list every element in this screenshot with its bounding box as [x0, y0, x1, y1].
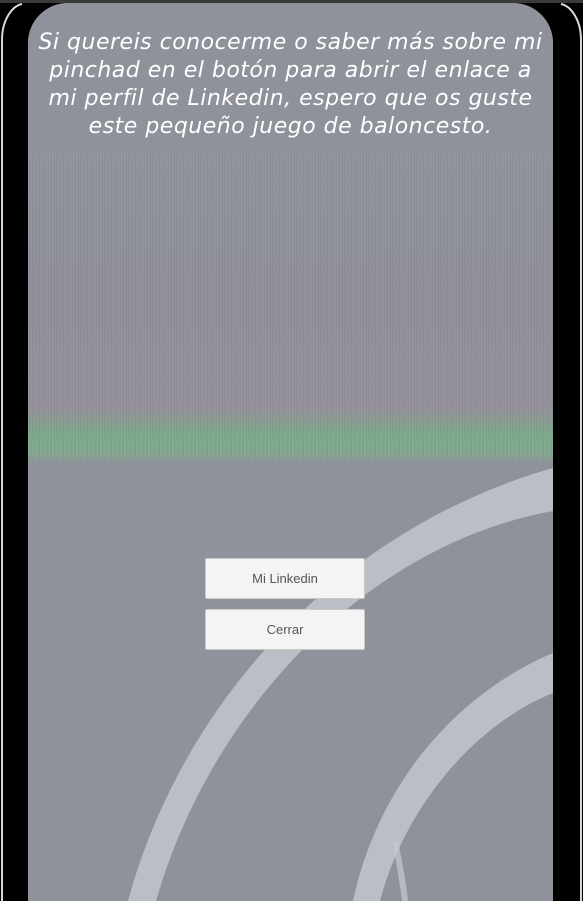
game-screen: Si quereis conocerme o saber más sobre m… [28, 3, 553, 901]
sideline-grass [28, 431, 553, 465]
close-button[interactable]: Cerrar [205, 609, 365, 650]
game-frame: Si quereis conocerme o saber más sobre m… [0, 0, 583, 901]
intro-message: Si quereis conocerme o saber más sobre m… [38, 30, 543, 139]
linkedin-button[interactable]: Mi Linkedin [205, 558, 365, 599]
crowd-stands [28, 153, 553, 463]
